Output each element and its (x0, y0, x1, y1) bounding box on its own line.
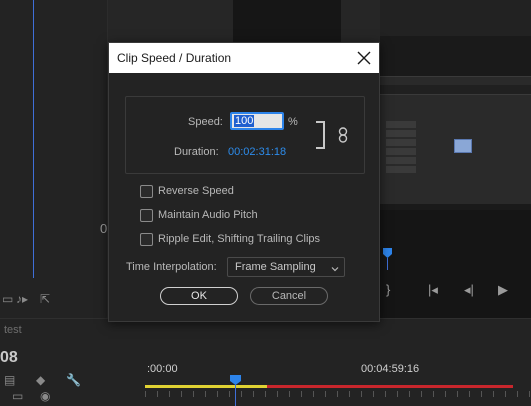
checkbox-box[interactable] (140, 209, 153, 222)
ok-button-label: OK (191, 290, 207, 302)
timeline-ruler[interactable]: :00:00 00:04:59:16 (145, 349, 531, 406)
nested-ruler (380, 85, 531, 95)
ruler-ticks (145, 391, 531, 397)
checkbox-box[interactable] (140, 233, 153, 246)
go-to-in-icon[interactable]: |◂ (428, 282, 438, 298)
nested-sequence-preview (380, 76, 531, 204)
render-bar (267, 385, 513, 388)
chain-link-icon[interactable] (338, 127, 348, 143)
track-output-icon[interactable]: ▭ (12, 389, 23, 403)
checkbox-label: Reverse Speed (158, 185, 234, 197)
captions-icon[interactable]: ▤ (4, 373, 15, 387)
link-bracket (316, 121, 325, 149)
duration-value[interactable]: 00:02:31:18 (228, 146, 286, 158)
duration-label: Duration: (174, 146, 219, 158)
eye-icon[interactable]: ◉ (40, 389, 50, 403)
speed-label: Speed: (188, 116, 223, 128)
checkbox-box[interactable] (140, 185, 153, 198)
ok-button[interactable]: OK (160, 287, 238, 305)
dialog-title: Clip Speed / Duration (117, 51, 232, 65)
chevron-down-icon (330, 261, 340, 272)
timeline-timecode[interactable]: 08 (0, 349, 18, 367)
timeline-playhead-line (235, 385, 236, 406)
program-playhead-line (387, 258, 388, 270)
cancel-button-label: Cancel (271, 290, 307, 302)
step-back-icon[interactable]: ◂| (464, 282, 474, 298)
speed-input[interactable]: 100 (230, 112, 284, 130)
program-monitor: } |◂ ◂| ▶ (380, 0, 531, 318)
close-icon[interactable] (353, 47, 375, 69)
marker-icon[interactable]: ◆ (36, 373, 45, 387)
speed-value: 100 (234, 115, 255, 127)
left-playhead-line (33, 0, 34, 278)
timeline-panel: test 08 ▤ ◆ 🔧 ▭ ◉ :00:00 00:04:59:16 (0, 318, 531, 406)
transport-controls: } |◂ ◂| ▶ (380, 282, 531, 302)
nested-track-headers (386, 121, 416, 181)
ruler-start-time: :00:00 (147, 363, 178, 375)
extract-icon[interactable]: ▭ (2, 292, 13, 306)
program-monitor-header (380, 0, 531, 36)
speed-percent-unit: % (288, 116, 298, 128)
export-frame-icon[interactable]: ⇱ (40, 292, 50, 306)
play-icon[interactable]: ▶ (498, 282, 508, 298)
wrench-icon[interactable]: 🔧 (66, 373, 81, 387)
time-interpolation-value: Frame Sampling (235, 261, 316, 273)
mark-out-icon[interactable]: } (386, 282, 390, 297)
monitor-divider (233, 0, 341, 42)
time-interpolation-select[interactable]: Frame Sampling (227, 257, 345, 277)
ruler-end-time: 00:04:59:16 (361, 363, 420, 375)
sequence-tab-name[interactable]: test (4, 324, 22, 336)
time-interpolation-label: Time Interpolation: (126, 261, 217, 273)
work-area-bar (145, 385, 267, 388)
clip-speed-duration-dialog: Clip Speed / Duration Speed: 100 % Durat… (108, 42, 380, 322)
dialog-titlebar[interactable]: Clip Speed / Duration (109, 43, 379, 73)
left-panel-toolbar: ▭ ♪▸ ⇱ (0, 292, 108, 312)
checkbox-label: Maintain Audio Pitch (158, 209, 258, 221)
cancel-button[interactable]: Cancel (250, 287, 328, 305)
timeline-tools: ▤ ◆ 🔧 ▭ ◉ (0, 373, 140, 406)
nested-clip (454, 139, 472, 153)
timeline-playhead[interactable] (230, 375, 241, 385)
audio-insert-icon[interactable]: ♪▸ (16, 292, 28, 306)
checkbox-label: Ripple Edit, Shifting Trailing Clips (158, 233, 321, 245)
left-panel: 0 ▭ ♪▸ ⇱ (0, 0, 108, 318)
speed-duration-group: Speed: 100 % Duration: 00:02:31:18 (125, 96, 365, 174)
left-panel-zero: 0 (100, 221, 108, 236)
source-monitor-strip (108, 0, 380, 42)
